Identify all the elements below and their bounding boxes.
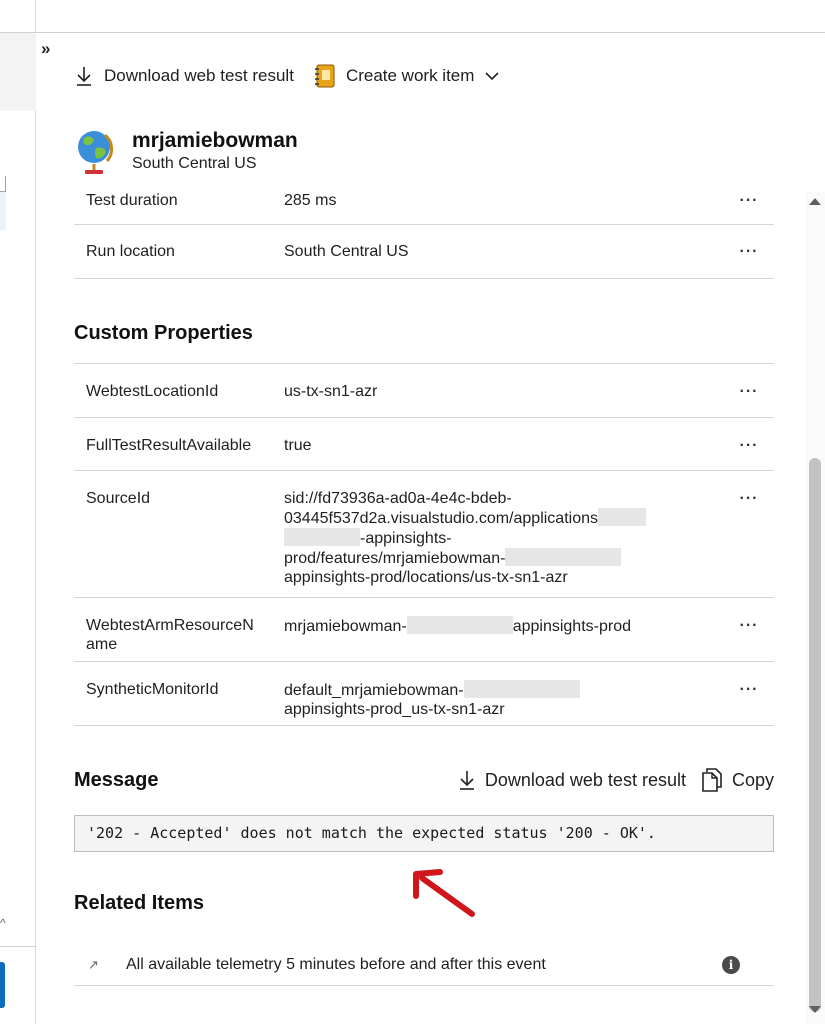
key-line: WebtestArmResourceN	[86, 617, 254, 634]
related-items-title: Related Items	[74, 892, 205, 914]
value-text: prod/features/mrjamiebowman-	[284, 550, 506, 567]
chevron-down-icon	[485, 72, 499, 81]
external-link-icon: ↗	[88, 956, 99, 972]
property-value: us-tx-sn1-azr	[284, 383, 378, 400]
property-value: default_mrjamiebowman- appinsights-prod_…	[284, 680, 724, 725]
copy-button[interactable]: Copy	[700, 767, 774, 793]
download-label: Download web test result	[484, 769, 686, 790]
notebook-icon	[314, 64, 335, 88]
more-options-icon[interactable]: ···	[724, 242, 774, 278]
key-line: ame	[86, 636, 118, 653]
toolbar: Download web test result Create work ite…	[74, 62, 500, 90]
underlying-blade: ^	[0, 0, 36, 1024]
property-value: mrjamiebowman-appinsights-prod	[284, 616, 724, 661]
more-options-icon[interactable]: ···	[724, 191, 774, 224]
property-key: SourceId	[86, 490, 151, 507]
table-row: SyntheticMonitorId default_mrjamiebowman…	[74, 662, 774, 726]
summary-table: Test duration 285 ms ··· Run location So…	[74, 188, 774, 279]
resource-location: South Central US	[132, 155, 257, 172]
download-label: Download web test result	[104, 66, 294, 85]
download-icon	[459, 771, 474, 790]
annotation-arrow	[413, 869, 475, 917]
value-text: mrjamiebowman-	[284, 618, 407, 635]
value-line: sid://fd73936a-ad0a-4e4c-bdeb-	[284, 490, 512, 507]
blade-selected-row[interactable]	[0, 192, 6, 230]
blade-header-band	[0, 33, 36, 111]
pane-top-border	[0, 32, 825, 33]
blade-primary-button[interactable]	[0, 962, 5, 1008]
table-row: WebtestArmResourceN ame mrjamiebowman-ap…	[74, 598, 774, 662]
redacted-mask	[463, 680, 580, 698]
message-header: Message Download web test result Copy	[74, 764, 774, 796]
expand-pane-icon[interactable]: »	[41, 40, 50, 58]
scroll-thumb[interactable]	[809, 458, 821, 1012]
more-options-icon[interactable]: ···	[724, 436, 774, 470]
more-options-icon[interactable]: ···	[724, 489, 774, 597]
chevron-up-icon[interactable]: ^	[0, 916, 6, 930]
property-key: Test duration	[86, 192, 178, 209]
more-options-icon[interactable]: ···	[724, 382, 774, 417]
value-text: appinsights-prod	[512, 618, 631, 635]
info-icon[interactable]: i	[722, 955, 740, 974]
redacted-mask	[505, 548, 622, 566]
property-key: WebtestLocationId	[86, 383, 219, 400]
related-item-label: All available telemetry 5 minutes before…	[126, 955, 546, 973]
table-row: Test duration 285 ms ···	[74, 188, 774, 225]
table-row: FullTestResultAvailable true ···	[74, 418, 774, 471]
more-options-icon[interactable]: ···	[724, 680, 774, 725]
custom-properties-title: Custom Properties	[74, 322, 253, 344]
copy-icon	[702, 768, 722, 792]
download-web-test-result-button[interactable]: Download web test result	[74, 64, 294, 88]
property-value: true	[284, 437, 312, 454]
message-title: Message	[74, 768, 159, 791]
table-row: Run location South Central US ···	[74, 225, 774, 279]
property-key: FullTestResultAvailable	[86, 437, 252, 454]
table-row: SourceId sid://fd73936a-ad0a-4e4c-bdeb- …	[74, 471, 774, 598]
redacted-mask	[284, 528, 360, 546]
value-text: -appinsights-	[360, 530, 452, 547]
scroll-down-icon[interactable]	[809, 1006, 821, 1013]
create-work-item-button[interactable]: Create work item	[314, 63, 500, 89]
message-text[interactable]: '202 - Accepted' does not match the expe…	[74, 815, 774, 852]
vertical-scrollbar[interactable]	[805, 192, 825, 1024]
download-icon	[77, 67, 91, 86]
property-key: Run location	[86, 243, 175, 260]
custom-properties-table: WebtestLocationId us-tx-sn1-azr ··· Full…	[74, 363, 774, 726]
value-text: 03445f537d2a.visualstudio.com/applicatio…	[284, 510, 598, 527]
value-line: appinsights-prod/locations/us-tx-sn1-azr	[284, 569, 568, 586]
value-line: prod/features/mrjamiebowman-	[284, 548, 724, 568]
property-value: sid://fd73936a-ad0a-4e4c-bdeb- 03445f537…	[284, 489, 724, 597]
redacted-mask	[406, 616, 513, 634]
value-line: appinsights-prod_us-tx-sn1-azr	[284, 701, 505, 718]
redacted-mask	[598, 508, 646, 526]
message-actions: Download web test result Copy	[457, 767, 774, 793]
property-value: 285 ms	[284, 192, 337, 209]
resource-name: mrjamiebowman	[132, 129, 298, 152]
copy-label: Copy	[731, 769, 774, 790]
table-row: WebtestLocationId us-tx-sn1-azr ···	[74, 364, 774, 418]
property-value: South Central US	[284, 243, 409, 260]
related-item-row[interactable]: ↗ All available telemetry 5 minutes befo…	[74, 944, 774, 986]
more-options-icon[interactable]: ···	[724, 616, 774, 661]
value-line: 03445f537d2a.visualstudio.com/applicatio…	[284, 508, 724, 528]
message-download-button[interactable]: Download web test result	[457, 768, 686, 792]
property-key: SyntheticMonitorId	[86, 681, 219, 698]
create-work-item-label: Create work item	[345, 66, 475, 85]
value-line: default_mrjamiebowman-	[284, 680, 724, 700]
value-text: default_mrjamiebowman-	[284, 682, 464, 699]
blade-row-marker	[0, 176, 6, 192]
resource-header: mrjamiebowman South Central US	[74, 128, 298, 176]
value-line: -appinsights-	[284, 528, 724, 548]
blade-divider-bottom	[0, 946, 36, 947]
globe-icon	[78, 131, 114, 174]
property-key: WebtestArmResourceN ame	[74, 616, 284, 661]
scroll-up-icon[interactable]	[809, 198, 821, 205]
